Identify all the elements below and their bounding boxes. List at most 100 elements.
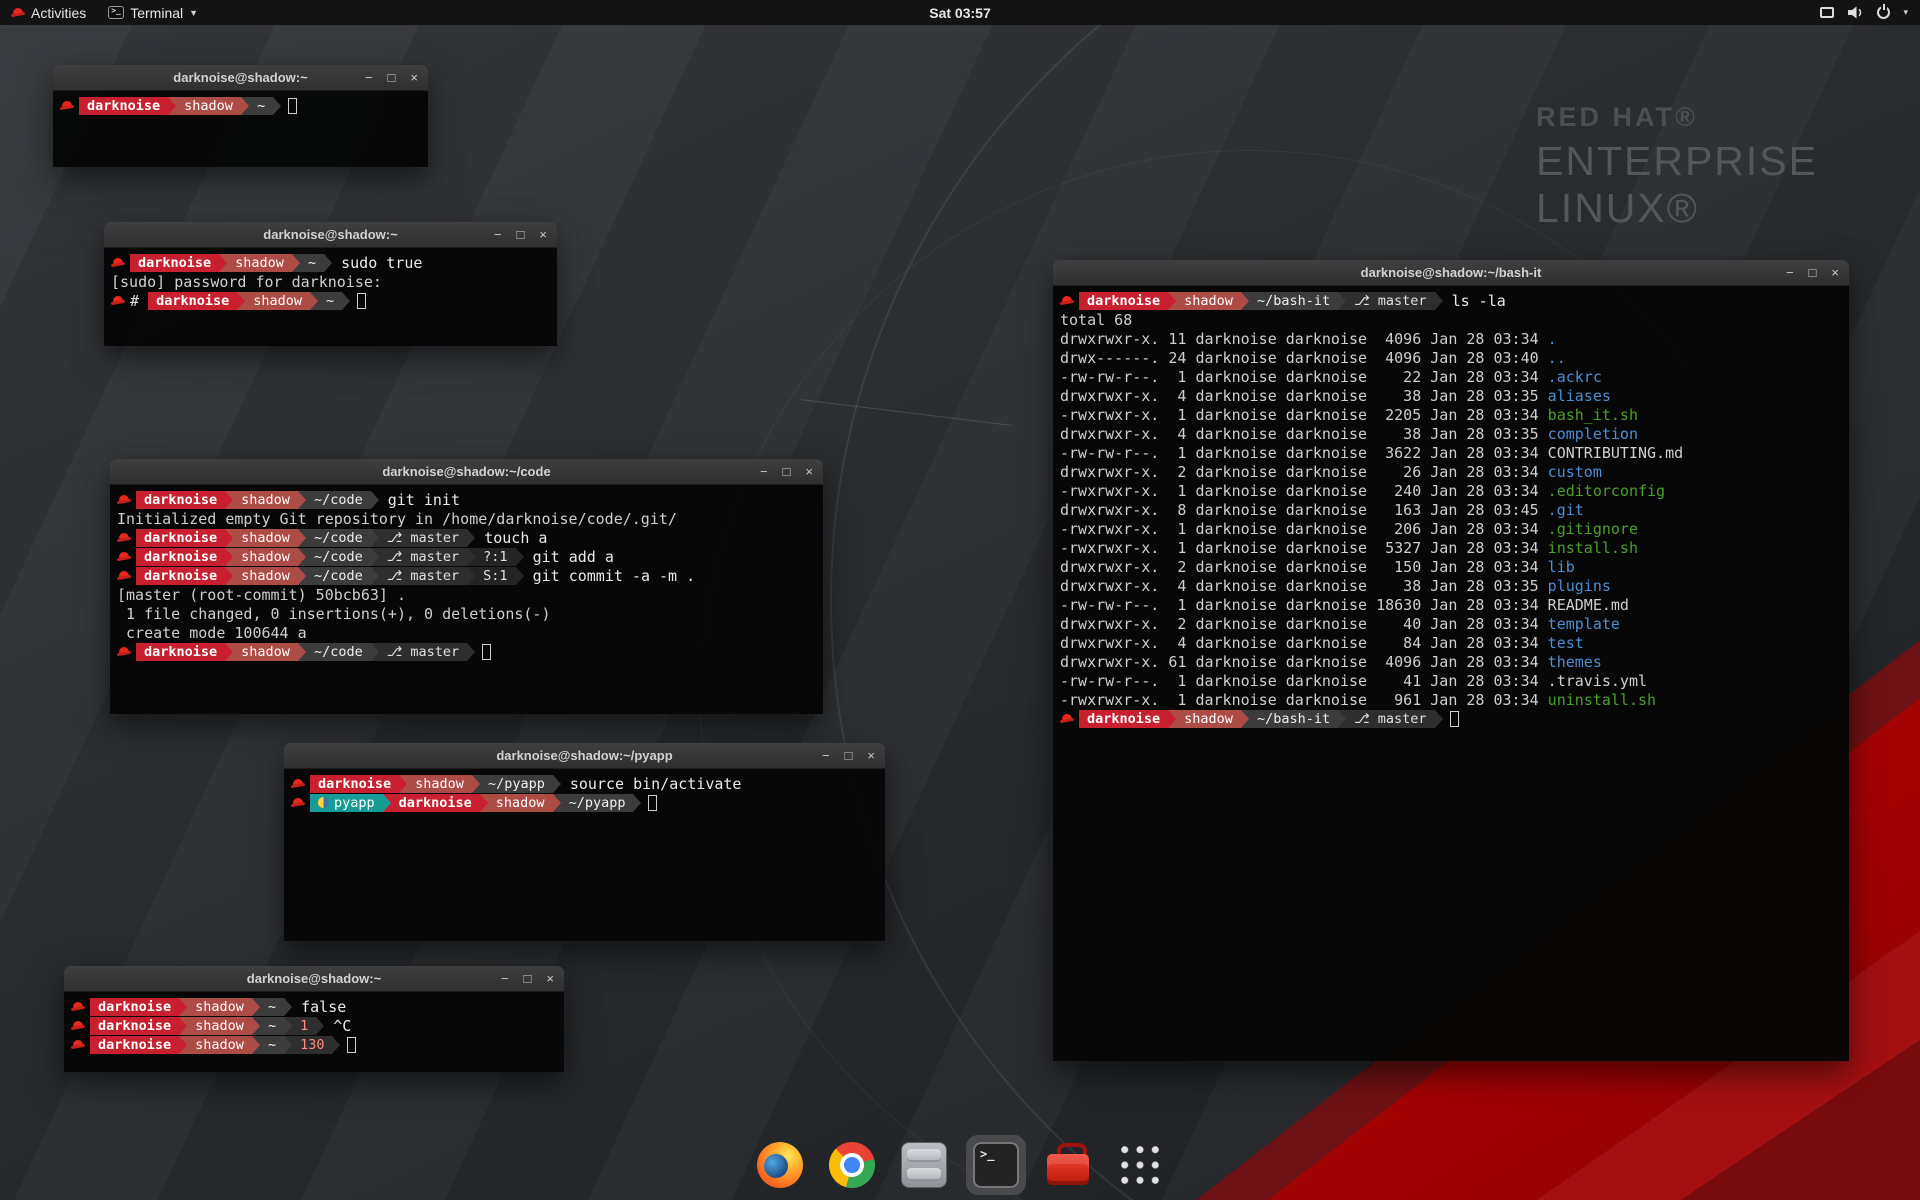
close-button[interactable]: ×: [867, 743, 875, 769]
prompt-segment-exit: 1: [292, 1017, 316, 1035]
dock-item-toolbox[interactable]: [1038, 1135, 1098, 1195]
chevron-down-icon: ▼: [189, 8, 198, 18]
clock[interactable]: Sat 03:57: [929, 5, 990, 21]
window-title: darknoise@shadow:~/bash-it: [1053, 265, 1849, 280]
window-titlebar[interactable]: darknoise@shadow:~−□×: [64, 966, 564, 992]
window-titlebar[interactable]: darknoise@shadow:~−□×: [53, 65, 428, 91]
terminal-line: drwxrwxr-x. 2 darknoise darknoise 150 Ja…: [1060, 557, 1842, 576]
minimize-button[interactable]: −: [1786, 260, 1794, 286]
terminal-line: drwxrwxr-x. 4 darknoise darknoise 38 Jan…: [1060, 424, 1842, 443]
powerline-separator: [1168, 710, 1176, 728]
prompt-segment-host: shadow: [488, 794, 553, 812]
dock-item-app-grid[interactable]: [1110, 1135, 1170, 1195]
close-button[interactable]: ×: [1831, 260, 1839, 286]
window-titlebar[interactable]: darknoise@shadow:~/code−□×: [110, 459, 823, 485]
app-menu-label: Terminal: [130, 5, 183, 21]
python-icon: [318, 797, 329, 808]
terminal-line: -rwxrwxr-x. 1 darknoise darknoise 206 Ja…: [1060, 519, 1842, 538]
maximize-button[interactable]: □: [524, 966, 532, 992]
terminal-line: darknoiseshadow~: [60, 96, 421, 115]
powerline-separator: [633, 794, 641, 812]
powerline-separator: [298, 548, 306, 566]
minimize-button[interactable]: −: [501, 966, 509, 992]
powerline-separator: [252, 1017, 260, 1035]
terminal-line: darknoiseshadow~/code⎇ master: [117, 642, 816, 661]
terminal-line: -rw-rw-r--. 1 darknoise darknoise 22 Jan…: [1060, 367, 1842, 386]
powerline-separator: [284, 1017, 292, 1035]
prompt-segment-host: shadow: [1176, 292, 1241, 310]
maximize-button[interactable]: □: [1809, 260, 1817, 286]
minimize-button[interactable]: −: [494, 222, 502, 248]
terminal-line: darknoiseshadow~/bash-it⎇ master: [1060, 709, 1842, 728]
dock-item-terminal[interactable]: [966, 1135, 1026, 1195]
app-grid-icon: [1117, 1142, 1163, 1188]
terminal-body[interactable]: darknoiseshadow~/pyapp source bin/activa…: [284, 769, 885, 941]
prompt-segment-user: darknoise: [136, 491, 225, 509]
maximize-button[interactable]: □: [388, 65, 396, 91]
ls-filename: aliases: [1548, 387, 1611, 405]
terminal-body[interactable]: darknoiseshadow~: [53, 91, 428, 167]
close-button[interactable]: ×: [805, 459, 813, 485]
activities-button[interactable]: Activities: [0, 0, 97, 25]
prompt-segment-user: darknoise: [136, 548, 225, 566]
close-button[interactable]: ×: [539, 222, 547, 248]
terminal-line: darknoiseshadow~/code⎇ master?:1 git add…: [117, 547, 816, 566]
terminal-line: 1 file changed, 0 insertions(+), 0 delet…: [117, 604, 816, 623]
window-title: darknoise@shadow:~: [104, 227, 557, 242]
powerline-separator: [399, 775, 407, 793]
terminal-body[interactable]: darknoiseshadow~/code git initInitialize…: [110, 485, 823, 714]
terminal-cursor: [1450, 711, 1459, 727]
prompt-segment-git: ⎇ master: [1346, 292, 1434, 310]
terminal-line: -rwxrwxr-x. 1 darknoise darknoise 961 Ja…: [1060, 690, 1842, 709]
prompt-segment-git: ⎇ master: [379, 567, 467, 585]
minimize-button[interactable]: −: [822, 743, 830, 769]
ls-filename: .travis.yml: [1548, 672, 1647, 690]
terminal-body[interactable]: darknoiseshadow~ falsedarknoiseshadow~1 …: [64, 992, 564, 1072]
dock-item-files[interactable]: [894, 1135, 954, 1195]
powerline-separator: [1241, 710, 1249, 728]
redhat-icon: [117, 494, 131, 505]
terminal-line: drwxrwxr-x. 4 darknoise darknoise 38 Jan…: [1060, 576, 1842, 595]
maximize-button[interactable]: □: [783, 459, 791, 485]
close-button[interactable]: ×: [410, 65, 418, 91]
ls-columns: drwxrwxr-x. 2 darknoise darknoise 26 Jan…: [1060, 463, 1548, 481]
prompt-segment-status: S:1: [475, 567, 515, 585]
terminal-line: drwxrwxr-x. 2 darknoise darknoise 26 Jan…: [1060, 462, 1842, 481]
system-menu[interactable]: ▾: [1820, 0, 1920, 25]
prompt-segment-host: shadow: [233, 491, 298, 509]
command-text: false: [292, 998, 346, 1016]
terminal-body[interactable]: darknoiseshadow~ sudo true[sudo] passwor…: [104, 248, 557, 346]
terminal-line: darknoiseshadow~/bash-it⎇ master ls -la: [1060, 291, 1842, 310]
prompt-segment-path: ~: [260, 998, 284, 1016]
prompt-segment-status: ?:1: [475, 548, 515, 566]
dock-item-chrome[interactable]: [822, 1135, 882, 1195]
dock-item-firefox[interactable]: [750, 1135, 810, 1195]
close-button[interactable]: ×: [546, 966, 554, 992]
prompt-segment-git: ⎇ master: [379, 643, 467, 661]
ls-filename: CONTRIBUTING.md: [1548, 444, 1683, 462]
powerline-separator: [1435, 710, 1443, 728]
prompt-segment-user: darknoise: [391, 794, 480, 812]
powerline-separator: [371, 491, 379, 509]
terminal-body[interactable]: darknoiseshadow~/bash-it⎇ master ls -la t…: [1053, 286, 1849, 1061]
terminal-line: darknoiseshadow~/pyapp source bin/activa…: [291, 774, 878, 793]
terminal-line: # darknoiseshadow~: [111, 291, 550, 310]
ls-filename: .editorconfig: [1548, 482, 1665, 500]
window-titlebar[interactable]: darknoise@shadow:~/bash-it−□ ×: [1053, 260, 1849, 286]
ls-filename: template: [1548, 615, 1620, 633]
minimize-button[interactable]: −: [760, 459, 768, 485]
powerline-separator: [225, 548, 233, 566]
window-titlebar[interactable]: darknoise@shadow:~−□ ×: [104, 222, 557, 248]
window-titlebar[interactable]: darknoise@shadow:~/pyapp−□×: [284, 743, 885, 769]
clock-label: Sat 03:57: [929, 5, 990, 21]
ls-filename: install.sh: [1548, 539, 1638, 557]
minimize-button[interactable]: −: [365, 65, 373, 91]
maximize-button[interactable]: □: [517, 222, 525, 248]
powerline-separator: [371, 548, 379, 566]
powerline-separator: [324, 254, 332, 272]
terminal-line: darknoiseshadow~/code git init: [117, 490, 816, 509]
terminal-line: drwxrwxr-x. 11 darknoise darknoise 4096 …: [1060, 329, 1842, 348]
maximize-button[interactable]: □: [845, 743, 853, 769]
terminal-line: create mode 100644 a: [117, 623, 816, 642]
app-menu[interactable]: Terminal ▼: [97, 0, 209, 25]
